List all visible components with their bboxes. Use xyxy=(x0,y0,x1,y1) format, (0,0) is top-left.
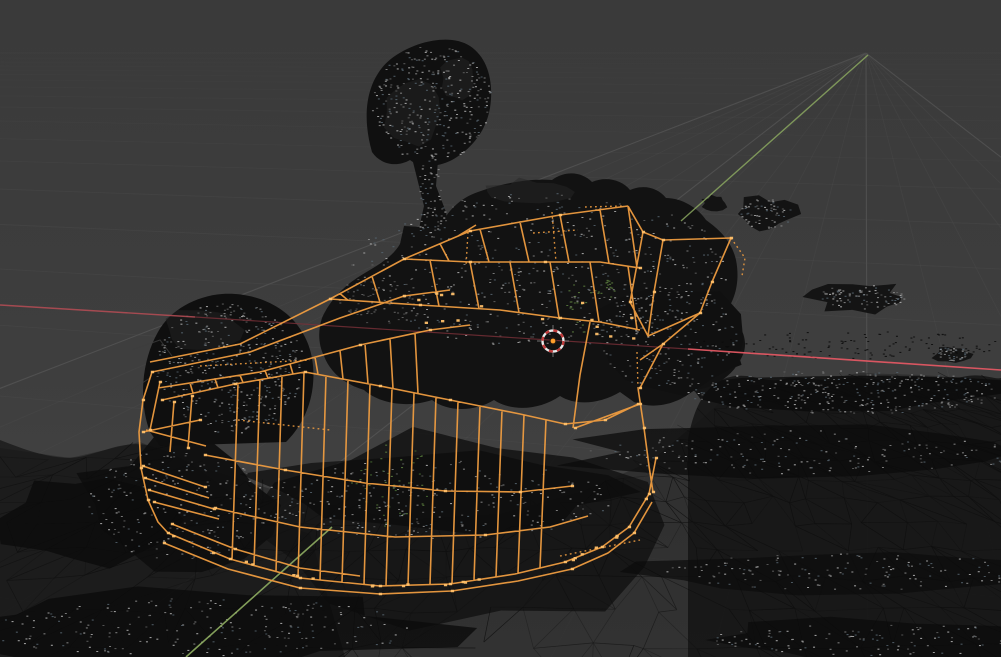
3d-viewport[interactable] xyxy=(0,0,1001,657)
viewport-canvas[interactable] xyxy=(0,0,1001,657)
